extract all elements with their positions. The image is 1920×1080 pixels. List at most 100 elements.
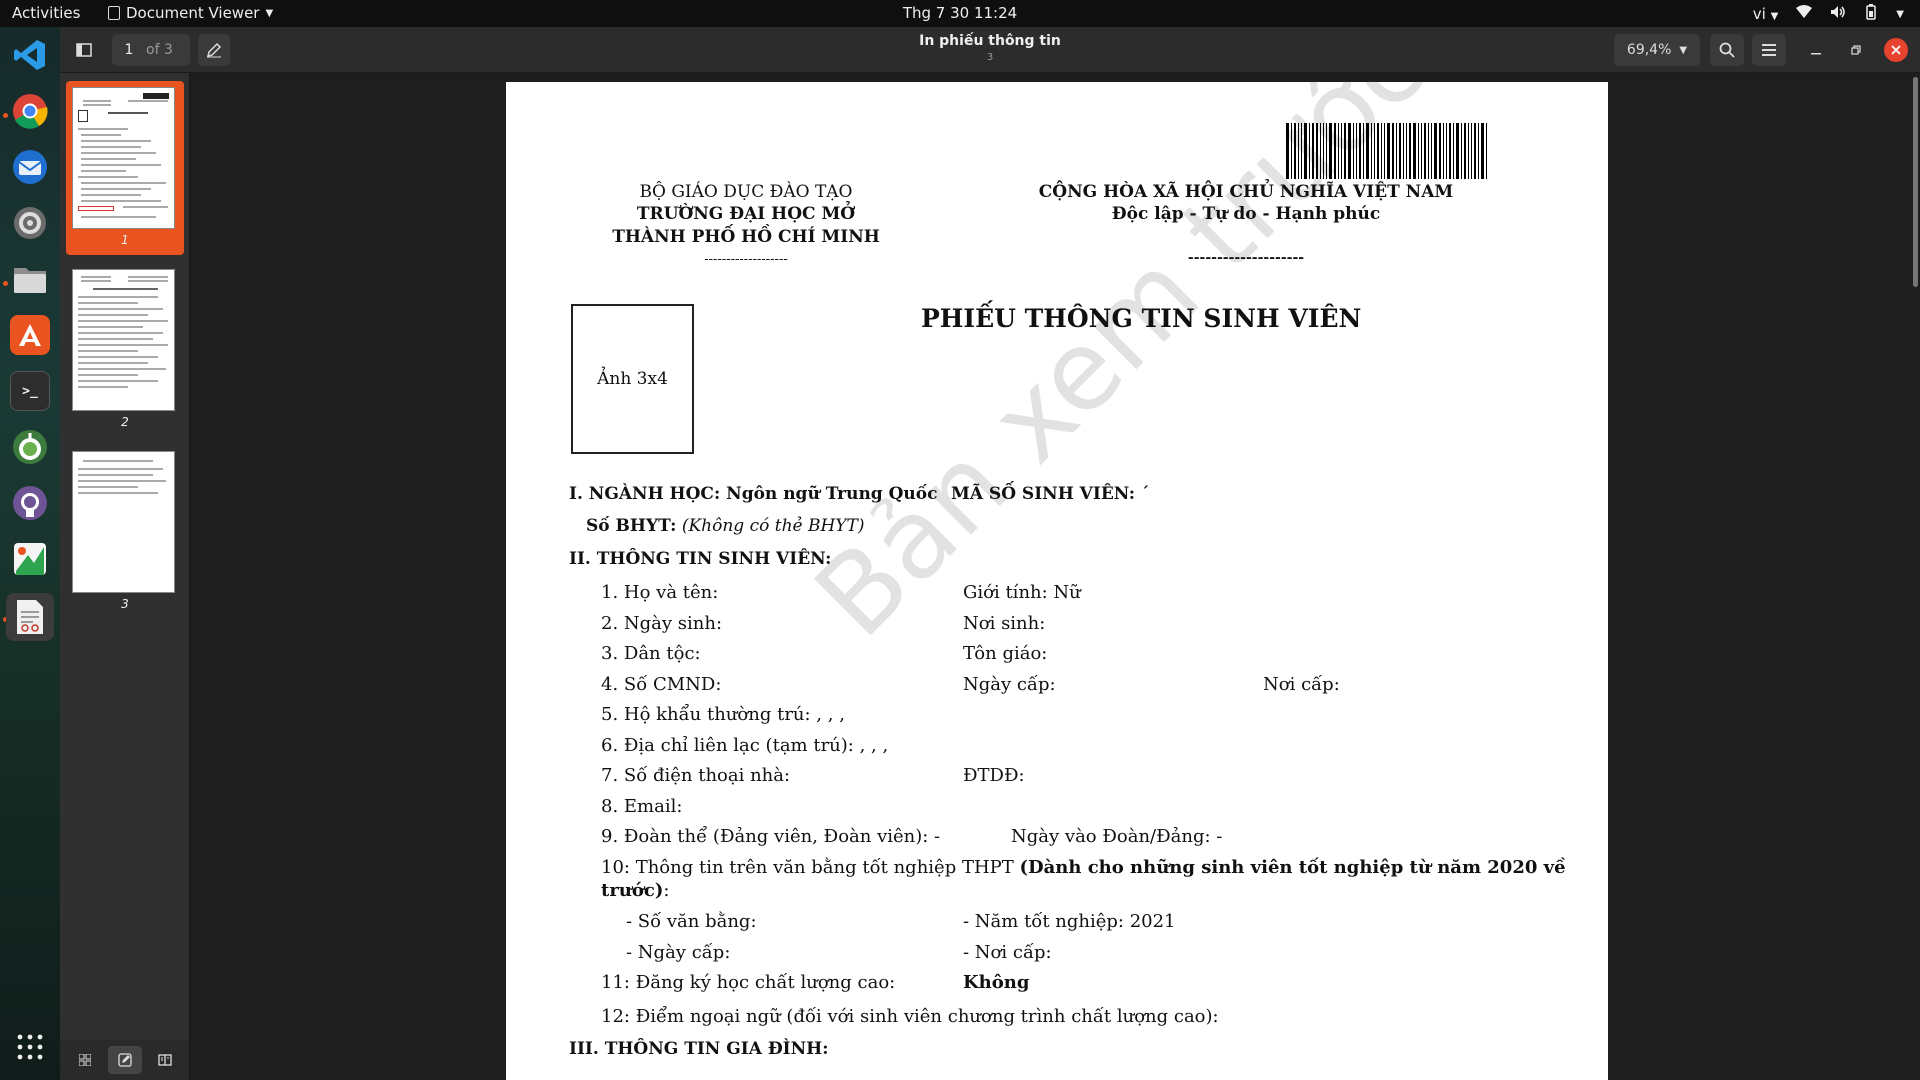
github-icon[interactable] bbox=[10, 483, 50, 523]
volume-icon[interactable] bbox=[1830, 5, 1846, 23]
terminal-icon[interactable]: >_ bbox=[10, 371, 50, 411]
barcode-bar bbox=[1409, 123, 1411, 179]
barcode-bar bbox=[1392, 123, 1394, 179]
tor-icon[interactable] bbox=[10, 427, 50, 467]
right-header-divider: -------------------- bbox=[1187, 250, 1305, 266]
show-apps-icon[interactable] bbox=[10, 1027, 50, 1067]
maximize-button[interactable] bbox=[1844, 38, 1868, 62]
page-number-entry[interactable]: 1 of 3 bbox=[112, 34, 190, 66]
barcode-bar bbox=[1439, 123, 1441, 179]
vertical-scrollbar[interactable] bbox=[1913, 77, 1918, 287]
chevron-down-icon: ▼ bbox=[265, 7, 274, 19]
barcode-bar bbox=[1443, 123, 1444, 179]
barcode-bar bbox=[1320, 123, 1321, 179]
barcode-bar bbox=[1434, 123, 1437, 179]
hamburger-icon bbox=[1762, 44, 1776, 56]
current-page-input[interactable]: 1 bbox=[112, 42, 146, 58]
barcode-bar bbox=[1384, 123, 1385, 179]
annotation-icon bbox=[117, 1053, 132, 1067]
dock: >_ bbox=[0, 27, 60, 1080]
search-button[interactable] bbox=[1710, 34, 1744, 66]
barcode-bar bbox=[1371, 123, 1372, 179]
barcode-bar bbox=[1431, 123, 1432, 179]
barcode-bar bbox=[1403, 123, 1404, 179]
settings-icon[interactable] bbox=[10, 203, 50, 243]
battery-icon[interactable] bbox=[1864, 4, 1878, 24]
wifi-icon[interactable] bbox=[1796, 5, 1813, 23]
field-home-phone: 7. Số điện thoại nhà: bbox=[601, 765, 791, 786]
barcode-bar bbox=[1377, 123, 1379, 179]
field-high-quality-program-value: Không bbox=[963, 972, 1030, 993]
top-bar: Activities Document Viewer ▼ Thg 7 30 11… bbox=[0, 0, 1920, 27]
section-family-info: III. THÔNG TIN GIA ĐÌNH: bbox=[569, 1039, 829, 1059]
ministry-name: BỘ GIÁO DỤC ĐÀO TẠO bbox=[639, 182, 853, 202]
document-canvas[interactable]: Bản xem trước BỘ GIÁO DỤC ĐÀO TẠO TRƯỜNG… bbox=[190, 73, 1920, 1080]
barcode-bar bbox=[1474, 123, 1476, 179]
document-viewer-icon[interactable] bbox=[6, 593, 54, 641]
annotations-view-button[interactable] bbox=[107, 1046, 142, 1074]
barcode-bar bbox=[1461, 123, 1462, 179]
barcode-bar bbox=[1453, 123, 1454, 179]
grid-icon bbox=[78, 1054, 91, 1066]
files-icon[interactable] bbox=[10, 259, 50, 299]
field-diploma-heading-plain: 10: Thông tin trên văn bằng tốt nghiệp T… bbox=[601, 857, 1020, 878]
restore-icon bbox=[1851, 45, 1861, 55]
thumbnail-image bbox=[72, 87, 175, 229]
language-label: vi bbox=[1752, 5, 1766, 23]
barcode-bar bbox=[1418, 123, 1419, 179]
thumbnails-view-button[interactable] bbox=[68, 1046, 102, 1074]
vscode-icon[interactable] bbox=[10, 35, 50, 75]
left-header-divider: ------------------- bbox=[704, 252, 788, 267]
thumbnail-image bbox=[72, 269, 175, 411]
barcode-bar bbox=[1471, 123, 1472, 179]
insurance-value: (Không có thẻ BHYT) bbox=[681, 516, 865, 536]
zoom-level: 69,4% bbox=[1626, 42, 1672, 58]
thunderbird-icon[interactable] bbox=[10, 147, 50, 187]
thumbnail-page-2[interactable]: 2 bbox=[66, 263, 184, 437]
sidebar-toggle-button[interactable] bbox=[68, 34, 100, 66]
barcode-bar bbox=[1421, 123, 1422, 179]
field-id-issue-date: Ngày cấp: bbox=[963, 674, 1056, 695]
app-center-icon[interactable] bbox=[10, 315, 50, 355]
zoom-menu-button[interactable]: 69,4% ▼ bbox=[1614, 34, 1700, 66]
clock[interactable]: Thg 7 30 11:24 bbox=[903, 4, 1017, 22]
sidebar-mode-switcher bbox=[60, 1040, 190, 1080]
field-foreign-language-score: 12: Điểm ngoại ngữ (đối với sinh viên ch… bbox=[601, 1006, 1219, 1027]
university-name-line-1: TRƯỜNG ĐẠI HỌC MỞ bbox=[636, 204, 856, 224]
annotate-button[interactable] bbox=[198, 34, 230, 66]
barcode-bar bbox=[1413, 123, 1416, 179]
field-birth-date: 2. Ngày sinh: bbox=[601, 613, 723, 634]
barcode-bar bbox=[1286, 123, 1289, 179]
field-mobile-phone: ĐTDĐ: bbox=[963, 765, 1025, 786]
field-organization: 9. Đoàn thể (Đảng viên, Đoàn viên): - bbox=[601, 826, 941, 847]
chrome-icon[interactable] bbox=[10, 91, 50, 131]
barcode-bar bbox=[1294, 123, 1296, 179]
activities-button[interactable]: Activities bbox=[12, 4, 80, 22]
bookmarks-view-button[interactable] bbox=[148, 1046, 182, 1074]
national-motto: Độc lập - Tự do - Hạnh phúc bbox=[1111, 204, 1381, 224]
thumbnail-label: 3 bbox=[121, 597, 129, 611]
close-button[interactable] bbox=[1884, 38, 1908, 62]
field-full-name: 1. Họ và tên: bbox=[601, 582, 719, 603]
minimize-button[interactable] bbox=[1804, 38, 1828, 62]
thumbnail-page-3[interactable]: 3 bbox=[66, 445, 184, 619]
barcode-bar bbox=[1481, 123, 1484, 179]
app-menu[interactable]: Document Viewer ▼ bbox=[108, 4, 273, 22]
thumbnail-page-1[interactable]: 1 bbox=[66, 81, 184, 255]
barcode-bar bbox=[1366, 123, 1369, 179]
student-id-label: MÃ SỐ SINH VIÊN: ´ bbox=[951, 484, 1150, 504]
barcode-bar bbox=[1329, 123, 1332, 179]
field-diploma-issue-place: - Nơi cấp: bbox=[963, 942, 1052, 963]
barcode-bar bbox=[1387, 123, 1390, 179]
sidebar-icon bbox=[76, 43, 92, 57]
thumbnail-sidebar: 1 2 3 bbox=[60, 73, 190, 1040]
insurance-row: Số BHYT: (Không có thẻ BHYT) bbox=[586, 516, 865, 536]
barcode-bar bbox=[1356, 123, 1357, 179]
language-indicator[interactable]: vi ▼ bbox=[1753, 5, 1779, 23]
drawing-icon[interactable] bbox=[10, 539, 50, 579]
main-menu-button[interactable] bbox=[1752, 34, 1786, 66]
system-menu-chevron-icon[interactable]: ▼ bbox=[1896, 9, 1904, 20]
major-label: I. NGÀNH HỌC: Ngôn ngữ Trung Quốc bbox=[569, 484, 938, 504]
barcode-bar bbox=[1399, 123, 1401, 179]
chevron-down-icon: ▼ bbox=[1770, 11, 1779, 22]
